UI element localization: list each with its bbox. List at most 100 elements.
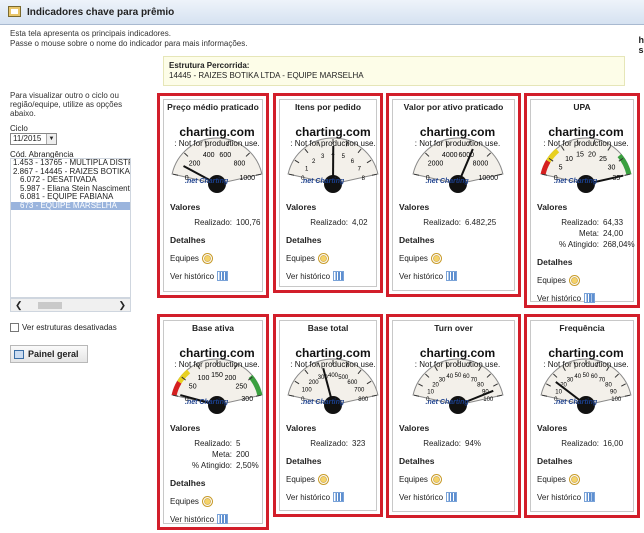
netcharting-logo: .net Charting: [554, 178, 598, 185]
value-row: Realizado: 323: [286, 439, 370, 448]
detalhes-heading: Detalhes: [170, 235, 206, 245]
valores-heading: Valores: [399, 202, 430, 212]
gauge-tick-label: 100: [611, 397, 622, 403]
bar-chart-icon[interactable]: [446, 271, 458, 281]
checkbox-box[interactable]: [10, 323, 19, 332]
equipes-link[interactable]: Equipes: [286, 253, 329, 264]
intro-line-2: Passe o mouse sobre o nome do indicador …: [10, 39, 248, 48]
value-number: 94%: [465, 439, 482, 448]
card-title[interactable]: Turn over: [393, 323, 514, 333]
team-icon[interactable]: [201, 253, 213, 264]
equipes-link[interactable]: Equipes: [170, 496, 213, 507]
ver-historico-link[interactable]: Ver histórico: [399, 492, 458, 502]
scroll-right-icon[interactable]: ❯: [118, 300, 126, 311]
ver-historico-link[interactable]: Ver histórico: [286, 492, 345, 502]
abrangencia-tree[interactable]: 1.453 - 13765 - MULTIPLA DISTRI 2.867 - …: [10, 158, 131, 298]
value-label: Realizado:: [194, 218, 232, 227]
team-icon[interactable]: [317, 474, 329, 485]
gauge-chart: 0 10 20 30 40 50 60 70 80 90 100 charting.com: Not …: [408, 343, 508, 415]
gauge-tick-label: 200: [189, 161, 201, 168]
card-inner: Frequência 0 10 20 30 40 50 60 70 80 90 100 charting…: [530, 320, 634, 512]
ver-historico-label: Ver histórico: [286, 492, 331, 502]
card-inner: Preço médio praticado 0 200 400 600 800 1000 ch…: [163, 99, 263, 292]
equipes-link[interactable]: Equipes: [170, 253, 213, 264]
card-title[interactable]: Base ativa: [164, 323, 262, 333]
bar-chart-icon[interactable]: [217, 514, 229, 524]
gauge-tick-label: 25: [599, 156, 607, 163]
team-icon[interactable]: [568, 275, 580, 286]
chevron-down-icon[interactable]: ▼: [46, 134, 56, 144]
tree-item-selected[interactable]: 673 - EQUIPE MARSELHA: [11, 201, 130, 210]
gauge-tick-label: 80: [605, 383, 612, 389]
value-row: Realizado: 4,02: [286, 218, 370, 227]
card-title[interactable]: Base total: [280, 323, 376, 333]
ver-historico-link[interactable]: Ver histórico: [286, 271, 345, 281]
bar-chart-icon[interactable]: [446, 492, 458, 502]
detalhes-heading: Detalhes: [286, 235, 322, 245]
ver-historico-link[interactable]: Ver histórico: [399, 271, 458, 281]
ciclo-select[interactable]: 11/2015 ▼: [10, 133, 57, 145]
value-number: 100,76: [236, 218, 261, 227]
ver-historico-link[interactable]: Ver histórico: [537, 293, 596, 303]
equipes-link[interactable]: Equipes: [537, 275, 580, 286]
bar-chart-icon[interactable]: [584, 492, 596, 502]
team-icon[interactable]: [201, 496, 213, 507]
value-row: Realizado: 100,76: [170, 218, 260, 227]
equipes-link[interactable]: Equipes: [399, 253, 442, 264]
equipes-link[interactable]: Equipes: [399, 474, 442, 485]
estrutura-box: Estrutura Percorrida: 14445 - RAIZES BOT…: [163, 56, 625, 86]
gauge-chart: 012345678charting.com: Not for productio…: [283, 122, 383, 194]
value-number: 323: [352, 439, 366, 448]
gauge-tick-label: 60: [462, 374, 469, 380]
team-icon[interactable]: [430, 474, 442, 485]
tree-scrollbar[interactable]: ❮ ❯: [10, 298, 131, 312]
value-number: 268,04%: [603, 240, 635, 249]
scroll-left-icon[interactable]: ❮: [15, 300, 23, 311]
gauge-tick-label: 10: [565, 156, 573, 163]
gauge-tick-label: 5: [559, 164, 563, 171]
watermark-not-production: : Not for production use.: [414, 360, 501, 369]
card-title[interactable]: Itens por pedido: [280, 102, 376, 112]
team-icon[interactable]: [430, 253, 442, 264]
detalhes-heading: Detalhes: [537, 257, 573, 267]
scroll-thumb[interactable]: [38, 302, 62, 309]
bar-chart-icon[interactable]: [333, 492, 345, 502]
card-title[interactable]: Valor por ativo praticado: [393, 102, 514, 112]
show-disabled-checkbox[interactable]: Ver estruturas desativadas: [10, 323, 117, 332]
card-inner: Itens por pedido012345678charting.com: N…: [279, 99, 379, 287]
gauge-tick-label: 8000: [472, 161, 488, 168]
netcharting-logo: .net Charting: [185, 399, 229, 406]
equipes-label: Equipes: [170, 254, 199, 263]
painel-geral-button[interactable]: Painel geral: [10, 345, 88, 363]
equipes-link[interactable]: Equipes: [286, 474, 329, 485]
card-title[interactable]: Preço médio praticado: [164, 102, 262, 112]
bar-chart-icon[interactable]: [584, 293, 596, 303]
estrutura-label: Estrutura Percorrida:: [169, 61, 250, 70]
card-inner: Base ativa 0 50 100 150 200 250 300 charting.com…: [163, 320, 263, 524]
value-number: 16,00: [603, 439, 624, 448]
equipes-link[interactable]: Equipes: [537, 474, 580, 485]
netcharting-logo: .net Charting: [554, 399, 598, 406]
value-number: 200: [236, 450, 250, 459]
title-bar: Indicadores chave para prêmio: [0, 0, 644, 25]
bar-chart-icon[interactable]: [217, 271, 229, 281]
bar-chart-icon[interactable]: [333, 271, 345, 281]
gauge-tick-label: 40: [446, 374, 453, 380]
equipes-label: Equipes: [537, 276, 566, 285]
gauge-tick-label: 10: [427, 389, 434, 395]
team-icon[interactable]: [568, 474, 580, 485]
gauge-tick-label: 80: [477, 383, 484, 389]
gauge-tick-label: 50: [583, 373, 590, 379]
team-icon[interactable]: [317, 253, 329, 264]
estrutura-value: 14445 - RAIZES BOTIKA LTDA - EQUIPE MARS…: [169, 71, 364, 80]
card-title[interactable]: UPA: [531, 102, 633, 112]
gauge-tick-label: 400: [203, 152, 215, 159]
value-label: Realizado:: [423, 218, 461, 227]
gauge-chart: 0 2000 4000 6000 8000 10000 charting.com: Not …: [408, 122, 508, 194]
ver-historico-link[interactable]: Ver histórico: [537, 492, 596, 502]
ver-historico-link[interactable]: Ver histórico: [170, 271, 229, 281]
card-title[interactable]: Frequência: [531, 323, 633, 333]
ver-historico-link[interactable]: Ver histórico: [170, 514, 229, 524]
watermark-charting: charting.com: [419, 125, 496, 139]
indicator-card: Itens por pedido 012345678charting.com: N…: [273, 93, 383, 293]
